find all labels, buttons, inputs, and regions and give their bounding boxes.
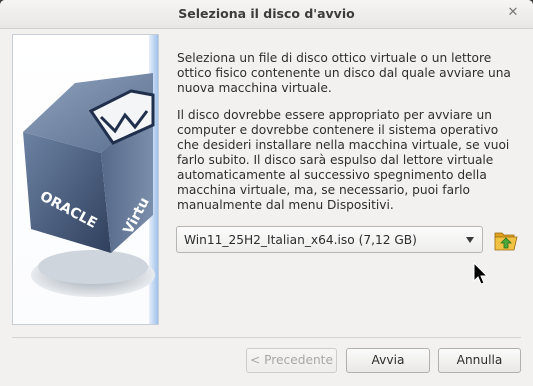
disk-selector-value: Win11_25H2_Italian_x64.iso (7,12 GB)	[184, 233, 417, 247]
previous-button[interactable]: < Precedente	[246, 348, 337, 373]
disk-selector-dropdown[interactable]: Win11_25H2_Italian_x64.iso (7,12 GB)	[176, 226, 483, 253]
chevron-down-icon	[466, 237, 474, 243]
detail-paragraph: Il disco dovrebbe essere appropriato per…	[177, 108, 510, 212]
mouse-pointer-icon	[473, 262, 489, 285]
virtualbox-logo-icon: ORACLE Virtu	[23, 73, 155, 297]
footer-divider	[12, 337, 521, 338]
dialog-window: Seleziona il disco d'avvio ✕ ORACLE Virt…	[0, 0, 533, 386]
intro-paragraph: Seleziona un file di disco ottico virtua…	[177, 51, 511, 95]
wizard-side-image: ORACLE Virtu	[12, 34, 159, 325]
title-bar[interactable]: Seleziona il disco d'avvio ✕	[0, 0, 533, 29]
close-icon[interactable]: ✕	[505, 5, 521, 21]
start-button[interactable]: Avvia	[346, 348, 430, 373]
cancel-button[interactable]: Annulla	[438, 348, 521, 373]
folder-open-icon[interactable]	[493, 227, 519, 253]
window-title: Seleziona il disco d'avvio	[178, 6, 355, 21]
